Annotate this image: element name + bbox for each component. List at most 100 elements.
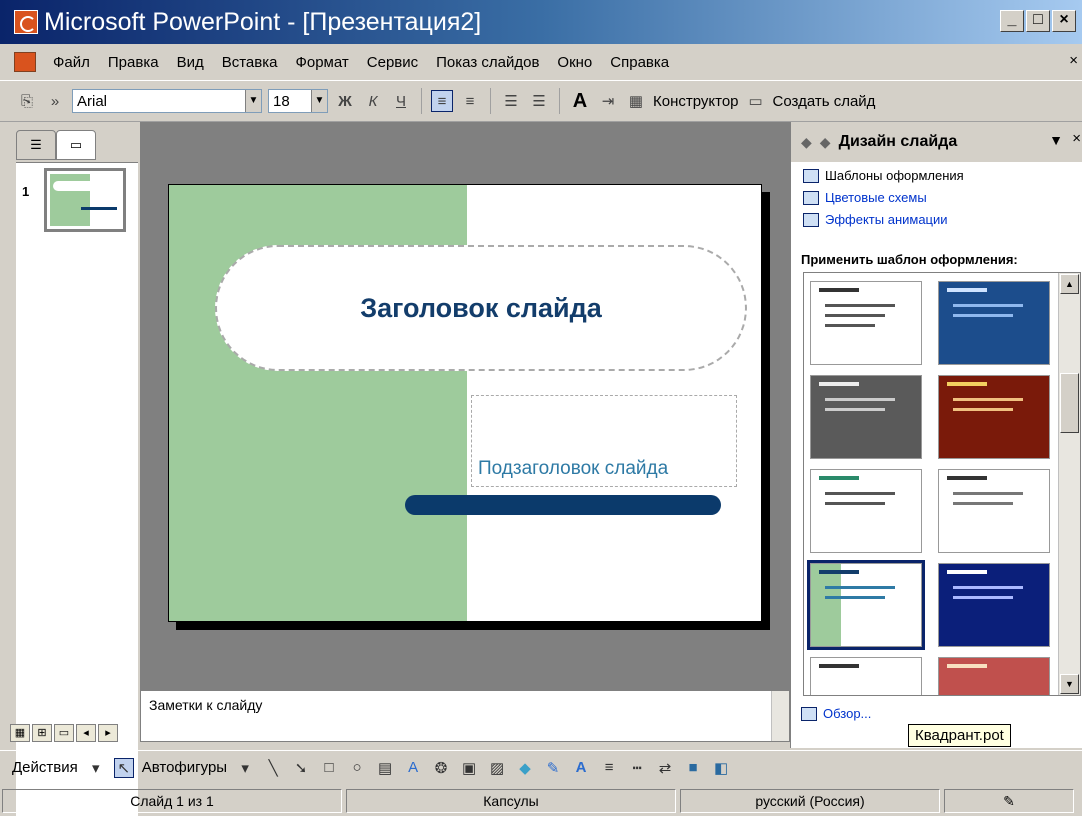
slide-sorter-icon[interactable]: ⊞ — [32, 724, 52, 742]
title-bar: Microsoft PowerPoint - [Презентация2] _ … — [0, 0, 1082, 44]
chevron-down-icon[interactable]: ▼ — [1049, 132, 1063, 148]
gallery-scrollbar[interactable]: ▲ ▼ — [1058, 273, 1080, 695]
line-style-icon[interactable]: ≡ — [599, 758, 619, 778]
browse-link[interactable]: Обзор... — [801, 706, 871, 721]
wordart-icon[interactable]: A — [403, 758, 423, 778]
font-name-combo[interactable]: Arial ▼ — [72, 89, 262, 113]
menu-view[interactable]: Вид — [168, 54, 213, 71]
template-thumbnail[interactable] — [938, 563, 1050, 647]
menu-window[interactable]: Окно — [548, 54, 601, 71]
numbered-list-icon[interactable]: ☰ — [500, 90, 522, 112]
normal-view-icon[interactable]: ▦ — [10, 724, 30, 742]
font-color-icon[interactable]: A — [571, 758, 591, 778]
select-pointer-icon[interactable]: ↖ — [113, 757, 134, 778]
template-thumbnail[interactable] — [810, 657, 922, 695]
oval-icon[interactable]: ○ — [347, 758, 367, 778]
menu-help[interactable]: Справка — [601, 54, 678, 71]
chevron-down-icon[interactable]: ▼ — [311, 90, 327, 112]
font-size-combo[interactable]: 18 ▼ — [268, 89, 328, 113]
tab-outline[interactable]: ☰ — [16, 130, 56, 160]
maximize-button[interactable]: □ — [1026, 10, 1050, 32]
new-slide-icon[interactable]: ▭ — [745, 90, 767, 112]
scroll-down-icon[interactable]: ▼ — [1060, 674, 1079, 694]
rectangle-icon[interactable]: □ — [319, 758, 339, 778]
chevron-down-icon[interactable]: ▾ — [86, 758, 106, 778]
design-templates-label: Шаблоны оформления — [825, 168, 964, 183]
increase-font-button[interactable]: A — [569, 90, 591, 112]
tab-slides[interactable]: ▭ — [56, 130, 96, 160]
arrow-icon[interactable]: ➘ — [291, 758, 311, 778]
bulleted-list-icon[interactable]: ☰ — [528, 90, 550, 112]
shadow-icon[interactable]: ■ — [683, 758, 703, 778]
menu-slide-show[interactable]: Показ слайдов — [427, 54, 548, 71]
align-center-icon[interactable]: ≡ — [459, 90, 481, 112]
thumbnail-list — [16, 162, 138, 816]
template-thumbnail[interactable] — [810, 281, 922, 365]
toolbar-separator — [421, 88, 422, 114]
spelling-status-icon[interactable]: ✎ — [944, 789, 1074, 813]
document-icon[interactable] — [14, 52, 36, 72]
actions-menu[interactable]: Действия — [12, 759, 78, 776]
powerpoint-app-icon[interactable] — [14, 10, 38, 34]
font-size-value: 18 — [273, 92, 290, 110]
diagram-icon[interactable]: ❂ — [431, 758, 451, 778]
window-title: Microsoft PowerPoint - [Презентация2] — [44, 8, 482, 36]
menu-insert[interactable]: Вставка — [213, 54, 287, 71]
menu-file[interactable]: Файл — [44, 54, 99, 71]
italic-button[interactable]: К — [362, 90, 384, 112]
drawing-toolbar: Действия ▾ ↖ Автофигуры ▾ ╲ ➘ □ ○ ▤ A ❂ … — [0, 750, 1082, 784]
template-thumbnail[interactable] — [810, 469, 922, 553]
line-color-icon[interactable]: ✎ — [543, 758, 563, 778]
designer-button[interactable]: Конструктор — [653, 93, 739, 110]
dash-style-icon[interactable]: ┅ — [627, 758, 647, 778]
template-thumbnail[interactable] — [938, 469, 1050, 553]
3d-icon[interactable]: ◧ — [711, 758, 731, 778]
paste-icon[interactable]: ⎘ — [16, 90, 38, 112]
chevron-down-icon[interactable]: ▼ — [245, 90, 261, 112]
scroll-right-icon[interactable]: ▸ — [98, 724, 118, 742]
slide-show-icon[interactable]: ▭ — [54, 724, 74, 742]
notes-scrollbar[interactable] — [771, 691, 789, 741]
line-icon[interactable]: ╲ — [263, 758, 283, 778]
template-thumbnail[interactable] — [938, 657, 1050, 695]
template-thumbnail[interactable] — [810, 375, 922, 459]
back-icon[interactable]: ◆ — [801, 134, 812, 151]
close-button[interactable]: × — [1052, 10, 1076, 32]
underline-button[interactable]: Ч — [390, 90, 412, 112]
clipart-icon[interactable]: ▣ — [459, 758, 479, 778]
document-close-icon[interactable]: × — [1069, 52, 1078, 69]
menu-edit[interactable]: Правка — [99, 54, 168, 71]
slide-thumbnail[interactable] — [44, 168, 126, 232]
bold-button[interactable]: Ж — [334, 90, 356, 112]
textbox-icon[interactable]: ▤ — [375, 758, 395, 778]
template-thumbnail-selected[interactable] — [807, 560, 925, 650]
design-templates-link[interactable]: Шаблоны оформления — [803, 168, 964, 183]
menu-tools[interactable]: Сервис — [358, 54, 427, 71]
autoshapes-menu[interactable]: Автофигуры — [142, 759, 227, 776]
color-schemes-link[interactable]: Цветовые схемы — [803, 190, 927, 205]
template-thumbnail[interactable] — [938, 375, 1050, 459]
menu-format[interactable]: Формат — [286, 54, 357, 71]
new-slide-button[interactable]: Создать слайд — [773, 93, 876, 110]
chevron-down-icon[interactable]: ▾ — [235, 758, 255, 778]
align-left-icon[interactable]: ≡ — [431, 90, 453, 112]
indent-icon[interactable]: ⇥ — [597, 90, 619, 112]
designer-icon[interactable]: ▦ — [625, 90, 647, 112]
slide-canvas[interactable]: Заголовок слайда Подзаголовок слайда — [168, 184, 762, 622]
forward-icon[interactable]: ◆ — [820, 134, 831, 151]
fill-color-icon[interactable]: ◆ — [515, 758, 535, 778]
arrow-style-icon[interactable]: ⇄ — [655, 758, 675, 778]
scroll-left-icon[interactable]: ◂ — [76, 724, 96, 742]
subtitle-placeholder[interactable]: Подзаголовок слайда — [471, 395, 737, 487]
picture-icon[interactable]: ▨ — [487, 758, 507, 778]
close-icon[interactable]: × — [1072, 130, 1081, 147]
notes-pane[interactable]: Заметки к слайду — [140, 690, 790, 742]
toolbar-options-icon[interactable]: » — [44, 90, 66, 112]
scroll-up-icon[interactable]: ▲ — [1060, 274, 1079, 294]
window-controls: _ □ × — [1000, 10, 1076, 32]
animation-schemes-link[interactable]: Эффекты анимации — [803, 212, 948, 227]
minimize-button[interactable]: _ — [1000, 10, 1024, 32]
title-placeholder[interactable]: Заголовок слайда — [215, 245, 747, 371]
template-thumbnail[interactable] — [938, 281, 1050, 365]
scroll-thumb[interactable] — [1060, 373, 1079, 433]
